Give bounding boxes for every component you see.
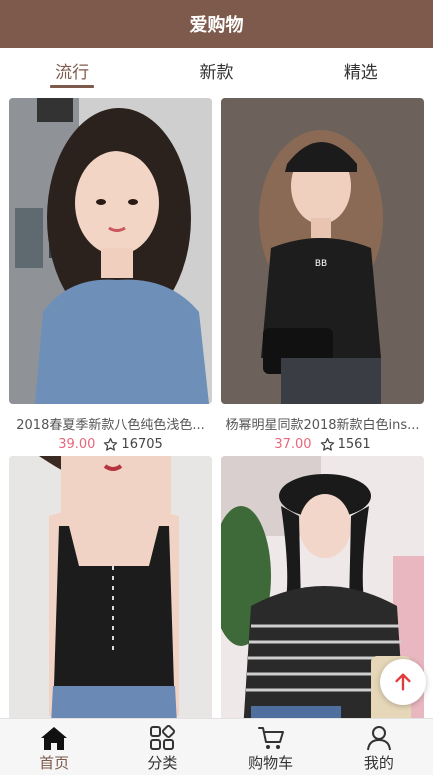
category-icon xyxy=(150,725,176,750)
nav-item-profile[interactable]: 我的 xyxy=(325,719,433,775)
nav-label: 分类 xyxy=(147,754,178,772)
star-icon xyxy=(320,437,334,451)
product-card[interactable]: 2018春夏季新款八色纯色浅色... 39.00 16705 xyxy=(9,98,212,452)
back-to-top-button[interactable] xyxy=(380,659,426,705)
nav-label: 购物车 xyxy=(248,754,294,772)
tab-featured[interactable]: 精选 xyxy=(289,48,433,92)
product-grid: 2018春夏季新款八色纯色浅色... 39.00 16705 BB 杨幂明星同款… xyxy=(0,92,433,718)
app-title: 爱购物 xyxy=(189,15,244,36)
favorites-value: 16705 xyxy=(121,437,163,452)
cart-icon xyxy=(257,727,284,749)
tab-bar: 流行 新款 精选 xyxy=(0,48,433,92)
nav-item-home[interactable]: 首页 xyxy=(0,719,108,775)
tab-new-arrivals[interactable]: 新款 xyxy=(144,48,288,92)
product-title: 2018春夏季新款八色纯色浅色... xyxy=(16,418,205,433)
product-price: 39.00 xyxy=(58,437,96,452)
favorites-value: 1561 xyxy=(337,437,371,452)
product-card[interactable] xyxy=(9,456,212,718)
arrow-up-icon xyxy=(395,673,411,691)
app-header: 爱购物 xyxy=(0,0,433,48)
bottom-nav: 首页 分类 购物车 我的 xyxy=(0,718,433,775)
favorites-count: 16705 xyxy=(103,437,163,452)
nav-label: 我的 xyxy=(363,754,394,772)
nav-item-cart[interactable]: 购物车 xyxy=(217,719,325,775)
product-image[interactable]: BB xyxy=(221,98,424,404)
star-icon xyxy=(104,437,118,451)
product-image[interactable] xyxy=(9,456,212,718)
product-meta: 37.00 1561 xyxy=(221,437,424,452)
user-icon xyxy=(366,726,391,751)
nav-item-category[interactable]: 分类 xyxy=(108,719,216,775)
product-price: 37.00 xyxy=(274,437,312,452)
product-card[interactable]: BB 杨幂明星同款2018新款白色ins... 37.00 1561 xyxy=(221,98,424,452)
product-title: 杨幂明星同款2018新款白色ins... xyxy=(225,418,420,433)
svg-text:BB: BB xyxy=(315,259,327,269)
product-meta: 39.00 16705 xyxy=(9,437,212,452)
home-icon xyxy=(41,727,68,750)
tab-popular[interactable]: 流行 xyxy=(0,48,144,92)
product-image[interactable] xyxy=(9,98,212,404)
nav-label: 首页 xyxy=(39,754,70,772)
favorites-count: 1561 xyxy=(320,437,371,452)
